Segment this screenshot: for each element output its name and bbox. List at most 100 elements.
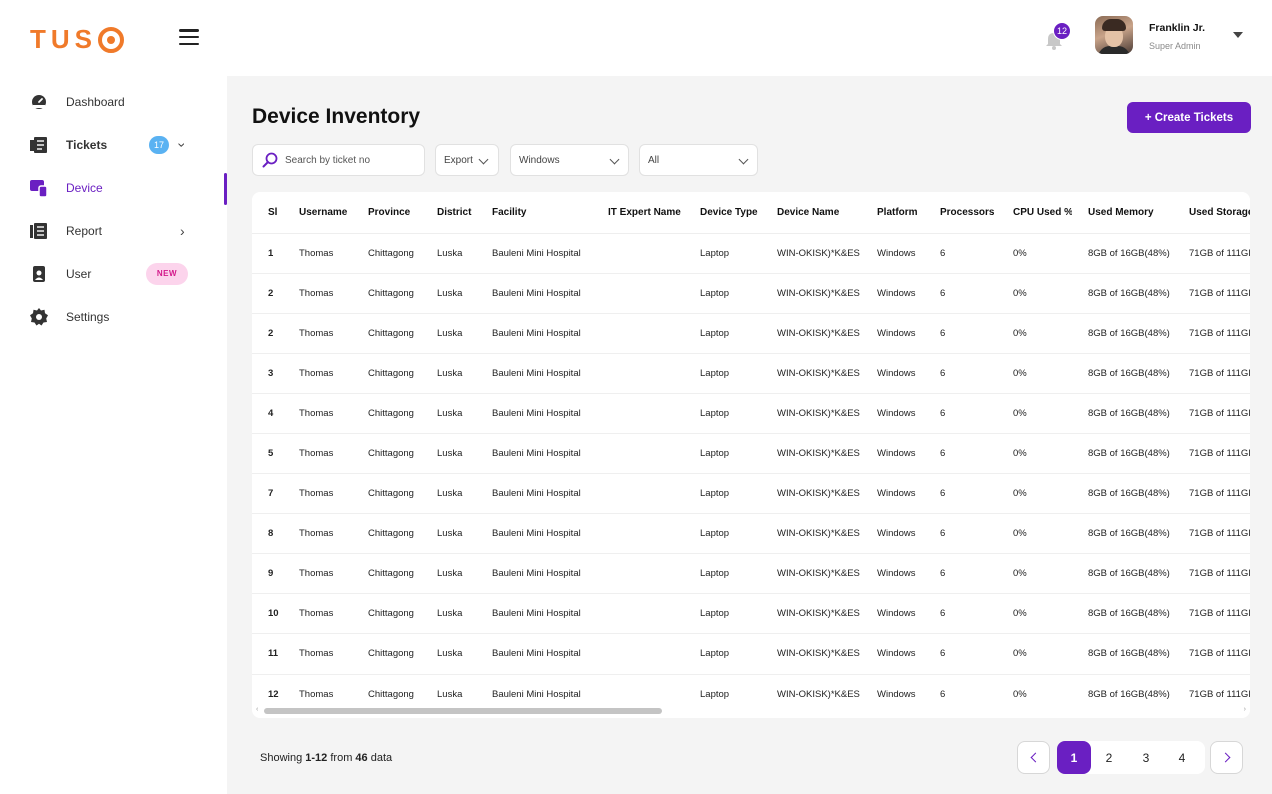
export-dropdown-label: Export [444,154,473,166]
table-cell: WIN-OKISK)*K&ES [761,313,861,354]
table-cell: Chittagong [352,433,421,475]
table-cell: Chittagong [352,353,421,394]
sidebar-item-device[interactable]: Device [0,166,227,209]
table-cell: Thomas [283,233,352,274]
create-tickets-button[interactable]: + Create Tickets [1127,102,1251,133]
sidebar-item-settings[interactable]: Settings [0,295,227,338]
table-cell: 71GB of 111GB [1173,633,1250,675]
search-box[interactable] [252,144,425,176]
table-row[interactable]: 7 Thomas Chittagong Luska Bauleni Mini Hospi… [252,473,1250,515]
next-page-button[interactable] [1210,741,1243,774]
table-cell [592,233,684,274]
table-cell: 6 [924,593,997,635]
table-cell: Luska [421,513,476,555]
table-cell: 71GB of 111GB [1173,233,1250,274]
table-cell: Chittagong [352,553,421,595]
table-row[interactable]: 5 Thomas Chittagong Luska Bauleni Mini Hospi… [252,433,1250,475]
table-cell: Thomas [283,393,352,434]
table-cell: 0% [997,353,1072,394]
hamburger-menu-icon[interactable] [179,29,199,45]
scroll-left-icon[interactable]: ‹ [256,706,258,713]
table-row[interactable]: 3 Thomas Chittagong Luska Bauleni Mini Hospi… [252,353,1250,394]
sidebar-nav: Dashboard Tickets 17 › Device Report › U… [0,80,227,338]
table-row[interactable]: 2 Thomas Chittagong Luska Bauleni Mini Hospi… [252,313,1250,354]
column-header[interactable]: District [421,192,476,234]
table-row[interactable]: 8 Thomas Chittagong Luska Bauleni Mini Hospi… [252,513,1250,555]
table-cell: WIN-OKISK)*K&ES [761,393,861,434]
table-cell: Chittagong [352,393,421,434]
table-cell: 71GB of 111GB [1173,473,1250,515]
platform-dropdown-value: Windows [519,154,560,166]
platform-dropdown[interactable]: Windows [510,144,629,176]
chevron-down-icon[interactable]: › [174,142,190,147]
table-row[interactable]: 12 Thomas Chittagong Luska Bauleni Mini Hosp… [252,674,1250,702]
sidebar-item-user[interactable]: User NEW [0,252,227,295]
tuso-logo[interactable]: TUS [30,24,124,55]
page-1-button[interactable]: 1 [1057,741,1091,774]
prev-page-button[interactable] [1017,741,1050,774]
table-cell: Laptop [684,273,761,314]
table-row[interactable]: 9 Thomas Chittagong Luska Bauleni Mini Hospi… [252,553,1250,595]
user-menu-caret-icon[interactable] [1233,32,1243,38]
table-cell: 8GB of 16GB(48%) [1072,433,1173,475]
column-header[interactable]: Device Name [761,192,861,234]
page-2-button[interactable]: 2 [1092,741,1126,774]
table-cell: 0% [997,433,1072,475]
table-cell: 6 [924,393,997,434]
table-cell [592,273,684,314]
table-cell: 8GB of 16GB(48%) [1072,473,1173,515]
column-header[interactable]: Province [352,192,421,234]
column-header[interactable]: Device Type [684,192,761,234]
table-cell: WIN-OKISK)*K&ES [761,233,861,274]
table-row[interactable]: 10 Thomas Chittagong Luska Bauleni Mini Hosp… [252,593,1250,635]
table-cell: 8GB of 16GB(48%) [1072,353,1173,394]
column-header[interactable]: Platform [861,192,924,234]
sidebar-item-label: Report [66,223,103,238]
table-cell: Luska [421,393,476,434]
table-cell: 0% [997,473,1072,515]
showing-mid: from [330,752,353,764]
table-cell: 8GB of 16GB(48%) [1072,313,1173,354]
table-row[interactable]: 2 Thomas Chittagong Luska Bauleni Mini Hospi… [252,273,1250,314]
table-cell: Luska [421,433,476,475]
export-dropdown[interactable]: Export [435,144,499,176]
table-cell: WIN-OKISK)*K&ES [761,273,861,314]
status-dropdown[interactable]: All [639,144,758,176]
table-row[interactable]: 11 Thomas Chittagong Luska Bauleni Mini Hosp… [252,633,1250,675]
chevron-right-icon[interactable]: › [180,223,185,239]
column-header[interactable]: Processors [924,192,997,234]
scrollbar-thumb[interactable] [264,708,662,714]
top-header: 12 Franklin Jr. Super Admin [227,0,1272,76]
pagination-summary: Showing 1-12 from 46 data [260,752,392,764]
table-row[interactable]: 4 Thomas Chittagong Luska Bauleni Mini Hospi… [252,393,1250,434]
table-cell: Laptop [684,313,761,354]
column-header[interactable]: Used Storage [1173,192,1250,234]
page-4-button[interactable]: 4 [1165,741,1199,774]
table-cell [592,513,684,555]
search-input[interactable] [285,154,415,166]
table-cell: Windows [861,633,924,675]
table-cell: 0% [997,593,1072,635]
column-header[interactable]: Facility [476,192,592,234]
sidebar-item-tickets[interactable]: Tickets 17 › [0,123,227,166]
page-3-button[interactable]: 3 [1129,741,1163,774]
table-cell: Thomas [283,473,352,515]
table-row[interactable]: 1 Thomas Chittagong Luska Bauleni Mini Hospi… [252,233,1250,274]
horizontal-scrollbar[interactable]: ‹ › [256,706,1246,714]
column-header[interactable]: Username [283,192,352,234]
column-header[interactable]: Used Memory [1072,192,1173,234]
column-header[interactable]: CPU Used % [997,192,1072,234]
table-cell: Bauleni Mini Hospital [476,553,592,595]
table-cell: 6 [924,674,997,702]
sidebar-item-report[interactable]: Report › [0,209,227,252]
column-header[interactable]: Sl [252,192,283,234]
avatar[interactable] [1095,16,1133,54]
scroll-right-icon[interactable]: › [1244,706,1246,713]
device-table-scroll[interactable]: Sl Username Province District Facility IT Exp… [252,192,1250,702]
table-cell: Thomas [283,433,352,475]
sidebar-item-dashboard[interactable]: Dashboard [0,80,227,123]
table-cell: Bauleni Mini Hospital [476,593,592,635]
table-cell: Windows [861,553,924,595]
sidebar-item-label: User [66,266,92,281]
column-header[interactable]: IT Expert Name [592,192,684,234]
